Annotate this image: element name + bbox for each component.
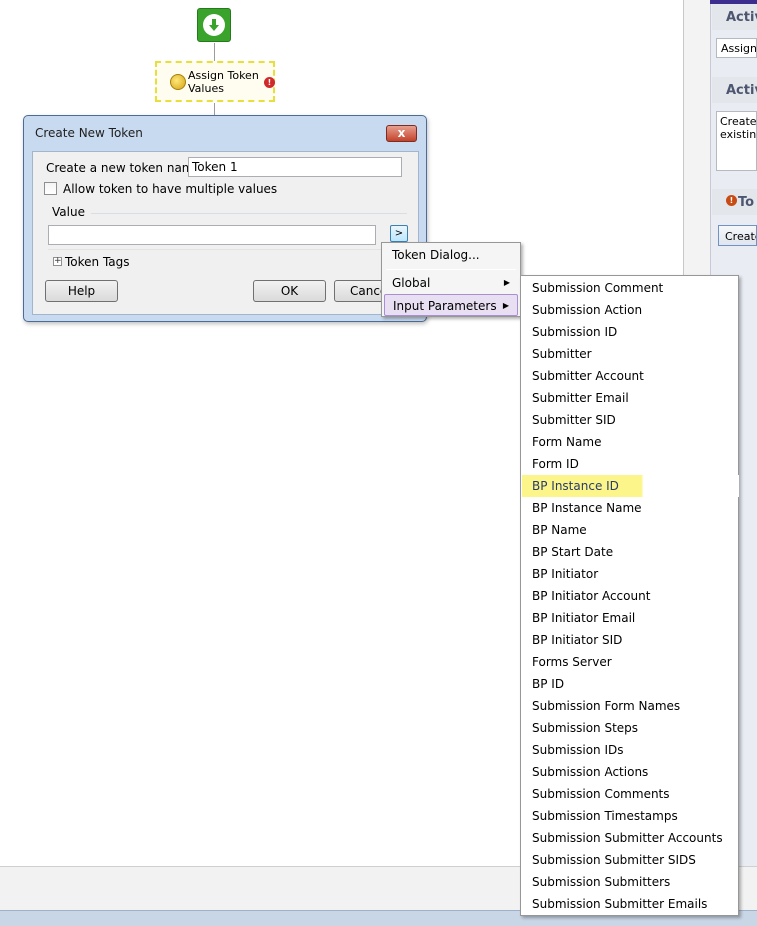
section-divider (48, 249, 410, 250)
close-icon[interactable]: x (386, 125, 417, 142)
token-tags-label[interactable]: Token Tags (65, 255, 130, 269)
value-group-label: Value (52, 205, 85, 219)
tokens-warning-icon: ! (726, 195, 737, 206)
submenu-item[interactable]: Submitter Account (522, 365, 739, 387)
submenu-item[interactable]: Submission Comment (522, 277, 739, 299)
help-button[interactable]: Help (45, 280, 118, 302)
submenu-arrow-icon: ▶ (502, 301, 509, 310)
token-name-input[interactable]: Token 1 (188, 157, 402, 177)
submenu-item[interactable]: Submission IDs (522, 739, 739, 761)
down-arrow-icon (203, 14, 225, 36)
submenu-item[interactable]: Submitter Email (522, 387, 739, 409)
dialog-body: Create a new token named: Token 1 Allow … (32, 151, 419, 315)
submenu-item[interactable]: BP Name (522, 519, 739, 541)
token-context-menu: Token Dialog... Global ▶ Input Parameter… (381, 242, 521, 317)
submenu-item[interactable]: Submission Submitter Emails (522, 893, 739, 915)
menu-item-label: Token Dialog... (392, 248, 480, 262)
submenu-item[interactable]: Submitter SID (522, 409, 739, 431)
activity-title: Assign Token Values (188, 69, 259, 95)
submenu-item[interactable]: Form Name (522, 431, 739, 453)
token-coin-icon (170, 74, 186, 90)
submenu-item[interactable]: BP ID (522, 673, 739, 695)
submenu-item[interactable]: BP Initiator Account (522, 585, 739, 607)
submenu-item[interactable]: BP Initiator Email (522, 607, 739, 629)
properties-header-activity: Activ (712, 4, 757, 30)
submenu-item[interactable]: Submission ID (522, 321, 739, 343)
submenu-item[interactable]: Submitter (522, 343, 739, 365)
submenu-item[interactable]: BP Instance Name (522, 497, 739, 519)
menu-item-label: Global (392, 276, 431, 290)
multiple-values-label: Allow token to have multiple values (63, 182, 278, 196)
ok-button[interactable]: OK (253, 280, 326, 302)
submenu-arrow-icon: ▶ (503, 278, 510, 287)
menu-separator (386, 269, 516, 270)
submenu-item[interactable]: Form ID (522, 453, 739, 475)
submenu-item[interactable]: Submission Actions (522, 761, 739, 783)
error-icon: ! (264, 77, 275, 88)
submenu-item[interactable]: Submission Timestamps (522, 805, 739, 827)
submenu-item[interactable]: BP Instance ID (522, 475, 739, 497)
menu-item-input-parameters[interactable]: Input Parameters ▶ (384, 294, 518, 316)
workflow-start-node[interactable] (197, 8, 231, 42)
assign-token-values-activity[interactable]: Assign Token Values ! (155, 61, 275, 102)
connector-line (214, 103, 215, 115)
submenu-item[interactable]: Submission Submitter Accounts (522, 827, 739, 849)
connector-line (214, 43, 215, 61)
value-group-divider (91, 213, 407, 214)
create-token-button[interactable]: Create (718, 225, 757, 246)
submenu-item[interactable]: BP Start Date (522, 541, 739, 563)
submenu-item[interactable]: Submission Submitters (522, 871, 739, 893)
menu-item-token-dialog[interactable]: Token Dialog... (384, 244, 518, 266)
submenu-item[interactable]: Forms Server (522, 651, 739, 673)
submenu-item[interactable]: Submission Submitter SIDS (522, 849, 739, 871)
token-value-input[interactable] (48, 225, 376, 245)
create-new-token-dialog: Create New Token x Create a new token na… (23, 115, 427, 322)
submenu-item[interactable]: BP Initiator SID (522, 629, 739, 651)
activity-description-field[interactable]: Creates existing (716, 111, 757, 171)
submenu-item[interactable]: Submission Action (522, 299, 739, 321)
dialog-title: Create New Token (35, 126, 143, 140)
properties-header-description: Activ (712, 77, 757, 103)
multiple-values-checkbox[interactable] (44, 182, 57, 195)
menu-item-global[interactable]: Global ▶ (384, 272, 518, 294)
submenu-item[interactable]: Submission Comments (522, 783, 739, 805)
token-picker-button[interactable]: > (390, 225, 408, 242)
submenu-item[interactable]: BP Initiator (522, 563, 739, 585)
expand-icon[interactable]: + (53, 257, 62, 266)
submenu-item[interactable]: Submission Form Names (522, 695, 739, 717)
submenu-item[interactable]: Submission Steps (522, 717, 739, 739)
menu-item-label: Input Parameters (393, 299, 497, 313)
activity-name-field[interactable]: Assign T (716, 38, 757, 58)
input-parameters-submenu: Submission Comment Submission Action Submi… (520, 275, 739, 916)
